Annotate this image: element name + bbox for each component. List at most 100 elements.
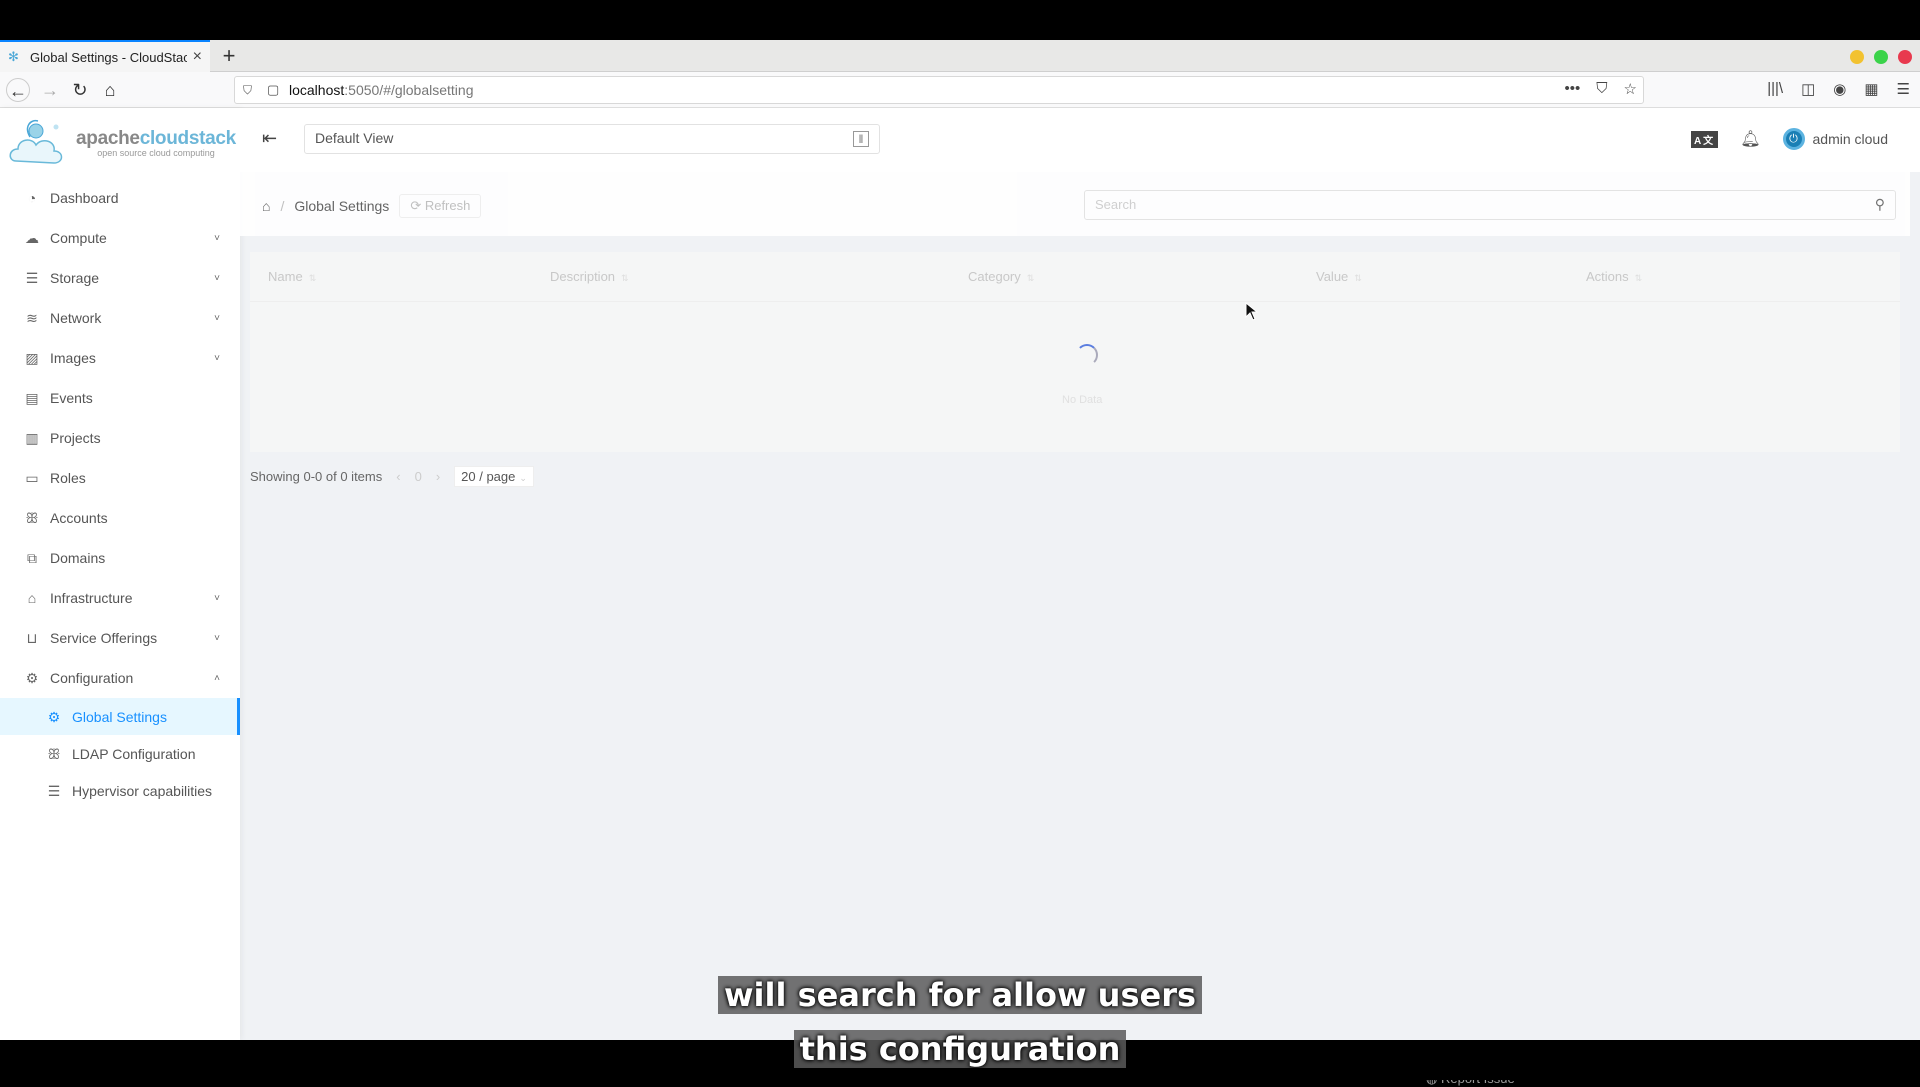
home-icon[interactable]: ⌂ (262, 198, 270, 214)
sidebar-item-configuration[interactable]: ⚙ Configuration ˄ (0, 658, 240, 698)
extensions-gift-icon[interactable]: ▦ (1864, 80, 1878, 98)
chevron-down-icon: ˅ (214, 592, 220, 604)
sidebar-item-label: Infrastructure (50, 590, 133, 606)
project-icon: ‖ (853, 131, 869, 147)
pagination: Showing 0-0 of 0 items ‹ 0 › 20 / page ⌄ (250, 466, 534, 487)
account-icon[interactable]: ◉ (1833, 80, 1846, 98)
pocket-icon[interactable]: ⛉ (1596, 80, 1607, 98)
breadcrumb-current: Global Settings (294, 198, 390, 214)
subtitle-line-2: this configuration (0, 1030, 1920, 1068)
column-header-value[interactable]: Value ⇅ (1316, 269, 1362, 284)
sidebar-item-images[interactable]: ▨ Images ˅ (0, 338, 240, 378)
chevron-down-icon: ˅ (214, 272, 220, 284)
bank-icon: ⌂ (27, 590, 37, 606)
next-page-button[interactable]: › (436, 469, 440, 484)
translate-icon[interactable]: A文 (1690, 130, 1719, 148)
column-header-actions[interactable]: Actions ⇅ (1586, 269, 1642, 284)
breadcrumb: ⌂ / Global Settings ⟳ Refresh (262, 194, 482, 218)
reload-button[interactable]: ↻ (68, 78, 92, 102)
logo[interactable]: apachecloudstack open source cloud compu… (0, 108, 240, 178)
sidebar-toggle-icon[interactable]: ◫ (1801, 80, 1815, 98)
sidebar-item-service-offerings[interactable]: ⊔ Service Offerings ˅ (0, 618, 240, 658)
sidebar-subitem-hypervisor-capabilities[interactable]: ☰ Hypervisor capabilities (0, 772, 240, 809)
window-controls (1850, 50, 1912, 64)
sidebar-item-projects[interactable]: ▥ Projects (0, 418, 240, 458)
mouse-cursor-icon (1245, 302, 1259, 321)
cloudstack-logo-icon (9, 119, 63, 164)
bookmark-star-icon[interactable]: ☆ (1624, 80, 1637, 98)
cloudstack-app: apachecloudstack open source cloud compu… (0, 108, 1920, 1086)
search-field[interactable]: ⚲ (1084, 190, 1896, 220)
search-input[interactable] (1095, 197, 1846, 212)
column-header-category[interactable]: Category ⇅ (968, 269, 1034, 284)
menu-fold-icon[interactable]: ⇤ (262, 128, 277, 149)
team-icon: ꕥ (47, 745, 61, 762)
maximize-button[interactable] (1874, 50, 1888, 64)
sidebar-item-label: Network (50, 310, 102, 326)
sidebar-item-label: Service Offerings (50, 630, 158, 646)
chevron-down-icon: ˅ (214, 632, 220, 644)
chevron-up-icon: ˄ (214, 672, 220, 684)
sidebar-item-accounts[interactable]: ꕥ Accounts (0, 498, 240, 538)
prev-page-button[interactable]: ‹ (396, 469, 400, 484)
cloudstack-favicon-icon: ✻ (8, 49, 19, 64)
main-content: ⌂ / Global Settings ⟳ Refresh ⚲ Name⇅ De… (240, 172, 1920, 1086)
sidebar-item-roles[interactable]: ▭ Roles (0, 458, 240, 498)
page-info-icon[interactable]: ▢ (267, 82, 283, 98)
wifi-icon: ≋ (26, 310, 38, 326)
sidebar-item-network[interactable]: ≋ Network ˅ (0, 298, 240, 338)
back-button[interactable]: ← (6, 78, 30, 102)
sidebar-item-events[interactable]: ▤ Events (0, 378, 240, 418)
url-bar[interactable]: ⛉ ▢ localhost:5050/#/globalsetting ••• ⛉… (234, 76, 1644, 104)
idcard-icon: ▭ (25, 470, 39, 486)
refresh-button[interactable]: ⟳ Refresh (399, 194, 482, 218)
hamburger-menu-icon[interactable]: ☰ (1897, 80, 1910, 98)
sidebar-item-storage[interactable]: ☰ Storage ˅ (0, 258, 240, 298)
bell-icon[interactable]: 🔔︎ (1740, 129, 1760, 149)
subtitle-line-1: will search for allow users (0, 976, 1920, 1014)
browser-tab-strip: ✻ Global Settings - CloudStack × + (0, 40, 1920, 72)
sidebar-item-label: Compute (50, 230, 107, 246)
sidebar-item-label: Projects (50, 430, 101, 446)
user-menu[interactable]: ⏻ admin cloud (1782, 128, 1888, 150)
sidebar-menu: ◔ Dashboard ☁ Compute ˅ ☰ Storage ˅ ≋ Network ˅ ▨ Im… (0, 178, 240, 809)
sidebar-item-dashboard[interactable]: ◔ Dashboard (0, 178, 240, 218)
sidebar-item-label: Storage (50, 270, 100, 286)
sidebar-subitem-label: Hypervisor capabilities (72, 782, 213, 799)
page-size-select[interactable]: 20 / page ⌄ (454, 466, 534, 487)
view-select[interactable]: Default View ‖ (304, 124, 880, 154)
sidebar-subitem-ldap-configuration[interactable]: ꕥ LDAP Configuration (0, 735, 240, 772)
project-icon: ▥ (25, 430, 39, 446)
table-body-loading: No Data (250, 302, 1900, 452)
browser-tab-active[interactable]: ✻ Global Settings - CloudStack × (0, 40, 210, 72)
sidebar-item-label: Images (50, 350, 96, 366)
current-page[interactable]: 0 (415, 469, 422, 484)
sidebar-subitem-global-settings[interactable]: ⚙ Global Settings (0, 698, 240, 735)
close-window-button[interactable] (1898, 50, 1912, 64)
sidebar-subitem-label: LDAP Configuration (72, 745, 196, 762)
sidebar: apachecloudstack open source cloud compu… (0, 108, 240, 1040)
dashboard-icon: ◔ (27, 190, 37, 206)
forward-button[interactable]: → (38, 78, 62, 102)
tracking-shield-icon[interactable]: ⛉ (243, 83, 259, 98)
sidebar-item-label: Configuration (50, 670, 134, 686)
minimize-button[interactable] (1850, 50, 1864, 64)
video-letterbox-top (0, 0, 1920, 40)
close-tab-icon[interactable]: × (193, 48, 202, 66)
library-icon[interactable]: |||\ (1767, 80, 1783, 98)
sidebar-item-compute[interactable]: ☁ Compute ˅ (0, 218, 240, 258)
logo-text-apache: apache (76, 128, 140, 149)
database-icon: ☰ (47, 782, 61, 799)
sidebar-subitem-label: Global Settings (72, 708, 167, 725)
home-button[interactable]: ⌂ (98, 78, 122, 102)
loading-spinner-icon (1076, 344, 1098, 366)
sidebar-item-infrastructure[interactable]: ⌂ Infrastructure ˅ (0, 578, 240, 618)
search-icon[interactable]: ⚲ (1875, 196, 1885, 213)
page-actions-icon[interactable]: ••• (1565, 80, 1581, 98)
column-header-description[interactable]: Description ⇅ (550, 269, 629, 284)
sidebar-item-domains[interactable]: ⧉ Domains (0, 538, 240, 578)
column-header-name[interactable]: Name ⇅ (268, 269, 316, 284)
empty-state-text: No Data (1062, 394, 1103, 406)
new-tab-button[interactable]: + (216, 43, 242, 69)
cloud-icon: ☁ (25, 230, 39, 246)
